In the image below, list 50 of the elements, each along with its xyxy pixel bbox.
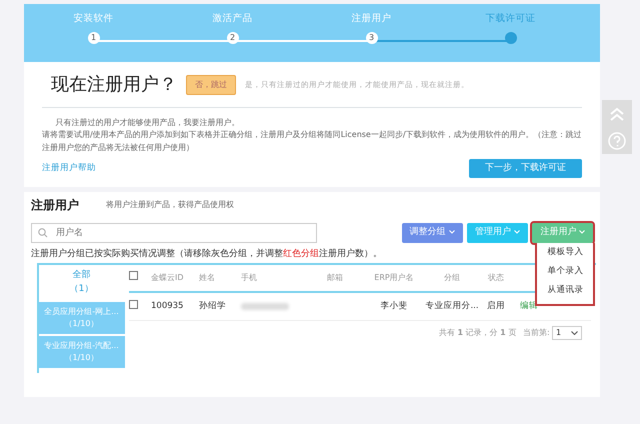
column-header: 邮箱 bbox=[327, 272, 343, 282]
group-item[interactable]: 专业应用分组-汽配... （1/10） bbox=[38, 336, 124, 368]
caret-icon bbox=[448, 230, 454, 234]
column-header: 分组 bbox=[444, 272, 460, 282]
next-step-button[interactable]: 下一步，下载许可证 bbox=[469, 158, 582, 178]
help-link[interactable]: 注册用户帮助 bbox=[42, 162, 96, 175]
menu-item[interactable]: 模板导入 bbox=[537, 243, 594, 262]
step-label: 激活产品 bbox=[212, 12, 252, 26]
notice-text: 注册用户分组已按实际购买情况调整（请移除灰色分组，并调整红色分组注册用户数）。 bbox=[30, 248, 383, 261]
step-marker: 2 bbox=[226, 32, 238, 44]
step-label: 安装软件 bbox=[74, 12, 114, 26]
step-label: 下载许可证 bbox=[486, 12, 536, 26]
skip-button[interactable]: 否，跳过 bbox=[186, 74, 236, 94]
caret-icon bbox=[514, 230, 520, 234]
step-marker: 1 bbox=[88, 32, 100, 44]
dropdown-button[interactable]: 注册用户 bbox=[532, 223, 594, 243]
column-header: 姓名 bbox=[199, 272, 215, 282]
page-select[interactable]: 1 bbox=[552, 326, 582, 340]
step-label: 注册用户 bbox=[352, 12, 392, 26]
search-icon bbox=[38, 228, 48, 238]
menu-item[interactable]: 单个录入 bbox=[537, 262, 594, 281]
double-chevron-up-icon bbox=[609, 107, 625, 121]
column-header: 手机 bbox=[241, 272, 257, 282]
column-header: ERP用户名 bbox=[374, 272, 414, 282]
table-cell: 孙绍学 bbox=[199, 301, 226, 312]
table-cell: 100935 bbox=[151, 301, 184, 312]
caret-icon bbox=[571, 330, 578, 335]
column-header: 金蝶云ID bbox=[151, 272, 184, 282]
row-checkbox[interactable] bbox=[129, 300, 138, 309]
current-page-label: 当前第: bbox=[523, 326, 550, 339]
table-cell: 启用 bbox=[487, 301, 505, 312]
section-subtitle: 将用户注册到产品，获得产品使用权 bbox=[106, 198, 234, 211]
search-field[interactable]: 用户名 bbox=[30, 223, 317, 244]
table-cell: 专业应用分... bbox=[425, 301, 479, 312]
table-cell: 李小斐 bbox=[380, 301, 408, 312]
group-item[interactable]: 全员应用分组-网上... （1/10） bbox=[38, 302, 124, 334]
help-icon bbox=[608, 132, 626, 150]
section-title: 注册用户 bbox=[30, 197, 79, 214]
step-marker: 3 bbox=[366, 32, 378, 44]
menu-item[interactable]: 从通讯录 bbox=[537, 280, 594, 300]
intro-text: 只有注册过的用户才能够使用产品，我要注册用户。 bbox=[54, 117, 240, 129]
caret-icon bbox=[579, 230, 586, 234]
dropdown-button[interactable]: 管理用户 bbox=[467, 223, 528, 243]
question-title: 现在注册用户？ bbox=[51, 73, 177, 97]
dropdown-button[interactable]: 调整分组 bbox=[402, 223, 462, 243]
column-header: 状态 bbox=[488, 272, 504, 282]
select-all-checkbox[interactable] bbox=[129, 271, 138, 280]
intro-text: 请将需要试用/使用本产品的用户添加到如下表格并正确分组，注册用户及分组将随同License一起同步/下载到软件，成为使用软件的用户。（注意：跳过注册用户您的产品将无法被任何用户使用） bbox=[42, 129, 582, 154]
pagination-summary: 共有 1 记录，分 1 页 bbox=[438, 326, 516, 339]
blurred-text bbox=[241, 303, 289, 310]
